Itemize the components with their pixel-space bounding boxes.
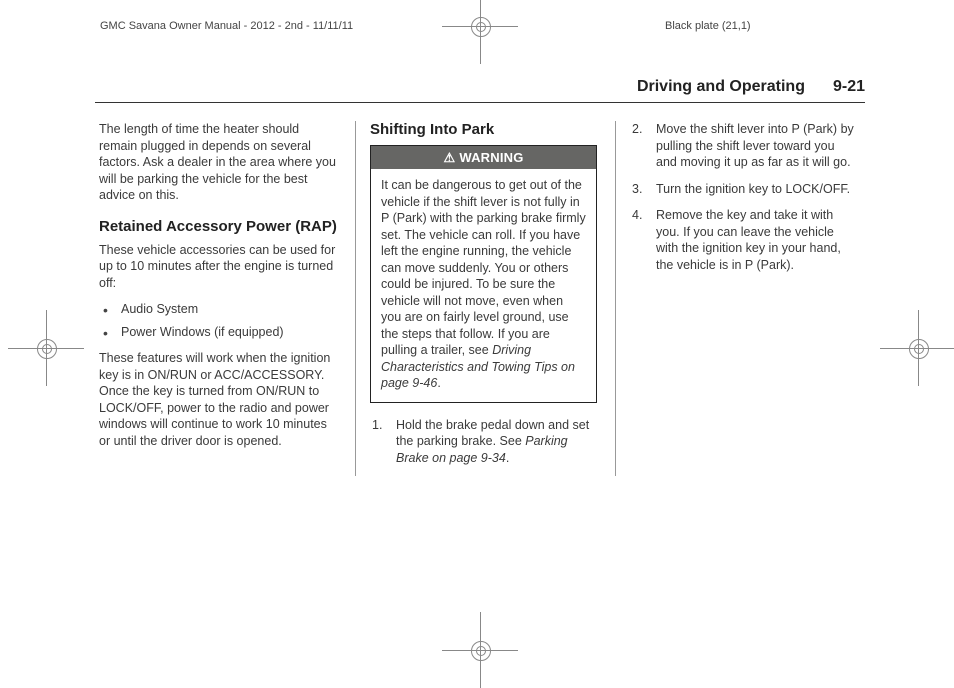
heater-paragraph: The length of time the heater should rem… bbox=[99, 121, 337, 204]
doc-id-right: Black plate (21,1) bbox=[665, 20, 751, 32]
chapter-title: Driving and Operating bbox=[637, 78, 805, 96]
step-3: Turn the ignition key to LOCK/OFF. bbox=[630, 181, 857, 198]
warning-tail: . bbox=[437, 376, 440, 390]
rap-bullet-list: Audio System Power Windows (if equipped) bbox=[99, 301, 337, 340]
warning-header: ⚠ WARNING bbox=[371, 146, 596, 169]
shift-steps-col3: Move the shift lever into P (Park) by pu… bbox=[630, 121, 857, 273]
step-1: Hold the brake pedal down and set the pa… bbox=[370, 417, 597, 467]
shift-steps-col2: Hold the brake pedal down and set the pa… bbox=[370, 417, 597, 467]
doc-id-left: GMC Savana Owner Manual - 2012 - 2nd - 1… bbox=[100, 20, 353, 32]
column-1: The length of time the heater should rem… bbox=[95, 121, 341, 476]
step-1-tail: . bbox=[506, 451, 509, 465]
registration-mark-right bbox=[900, 330, 936, 366]
warning-box: ⚠ WARNING It can be dangerous to get out… bbox=[370, 145, 597, 403]
print-header: GMC Savana Owner Manual - 2012 - 2nd - 1… bbox=[0, 16, 954, 46]
registration-mark-bottom bbox=[462, 632, 498, 668]
warning-text: It can be dangerous to get out of the ve… bbox=[381, 178, 586, 357]
warning-triangle-icon: ⚠ bbox=[443, 151, 455, 164]
heading-rap: Retained Accessory Power (RAP) bbox=[99, 218, 337, 236]
warning-body: It can be dangerous to get out of the ve… bbox=[371, 169, 596, 402]
running-head: Driving and Operating 9-21 bbox=[95, 78, 865, 103]
page-content: Driving and Operating 9-21 The length of… bbox=[95, 78, 865, 476]
rap-detail: These features will work when the igniti… bbox=[99, 350, 337, 449]
rap-intro: These vehicle accessories can be used fo… bbox=[99, 242, 337, 292]
page-number: 9-21 bbox=[833, 78, 865, 96]
step-2: Move the shift lever into P (Park) by pu… bbox=[630, 121, 857, 171]
registration-mark-left bbox=[28, 330, 64, 366]
heading-shift-into-park: Shifting Into Park bbox=[370, 121, 597, 139]
rap-bullet-audio: Audio System bbox=[99, 301, 337, 318]
warning-label: WARNING bbox=[459, 149, 523, 166]
rap-bullet-windows: Power Windows (if equipped) bbox=[99, 324, 337, 341]
step-4: Remove the key and take it with you. If … bbox=[630, 207, 857, 273]
column-2: Shifting Into Park ⚠ WARNING It can be d… bbox=[355, 121, 601, 476]
column-3: Move the shift lever into P (Park) by pu… bbox=[615, 121, 861, 476]
